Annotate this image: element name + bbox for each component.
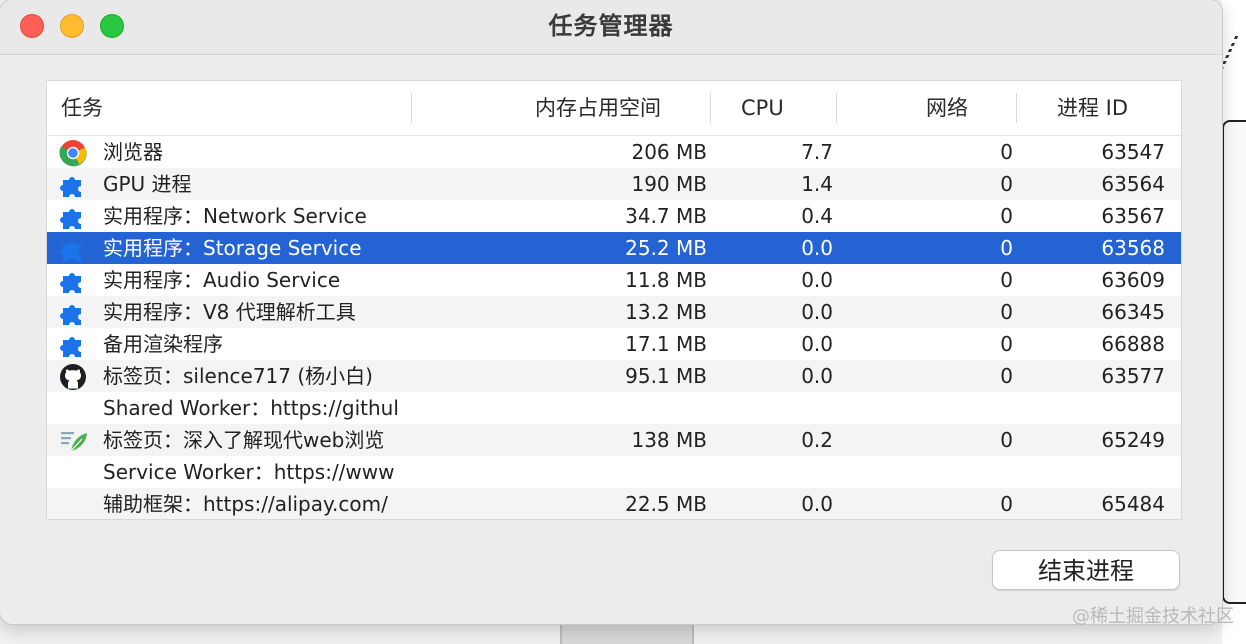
github-icon <box>59 363 87 390</box>
memory-cell: 25.2 MB <box>625 236 707 260</box>
pid-cell: 63568 <box>1101 236 1165 260</box>
pid-cell: 63547 <box>1101 140 1165 164</box>
title-bar[interactable]: 任务管理器 <box>0 0 1222 55</box>
table-row[interactable]: 浏览器 206 MB 7.7 0 63547 <box>47 136 1181 168</box>
network-cell: 0 <box>1000 332 1013 356</box>
task-name-cell: 备用渲染程序 <box>103 332 223 356</box>
task-name-cell: Service Worker：https://www <box>103 460 395 484</box>
column-header-memory[interactable]: 内存占用空间 <box>411 81 661 135</box>
pid-cell <box>1013 392 1165 424</box>
pid-cell: 66888 <box>1101 332 1165 356</box>
cpu-cell: 0.2 <box>801 428 833 452</box>
network-cell <box>833 456 1013 488</box>
puzzle-icon <box>59 299 87 325</box>
table-row[interactable]: 标签页：深入了解现代web浏览 138 MB 0.2 0 65249 <box>47 424 1181 456</box>
memory-cell: 22.5 MB <box>625 492 707 516</box>
column-divider[interactable] <box>1016 93 1017 123</box>
puzzle-icon <box>59 235 87 261</box>
cpu-cell <box>707 392 833 424</box>
cpu-cell: 0.0 <box>801 364 833 388</box>
cpu-cell <box>707 456 833 488</box>
pid-cell: 65484 <box>1101 492 1165 516</box>
memory-cell: 13.2 MB <box>625 300 707 324</box>
memory-cell <box>411 392 707 424</box>
task-name-cell: 标签页：深入了解现代web浏览 <box>103 428 385 452</box>
pid-cell: 66345 <box>1101 300 1165 324</box>
task-name-cell: 实用程序：Network Service <box>103 204 367 228</box>
network-cell: 0 <box>1000 300 1013 324</box>
task-name-cell: 辅助框架：https://alipay.com/ <box>103 492 388 516</box>
puzzle-icon <box>59 171 87 197</box>
table-row[interactable]: 实用程序：V8 代理解析工具 13.2 MB 0.0 0 66345 <box>47 296 1181 328</box>
table-row[interactable]: 辅助框架：https://alipay.com/22.5 MB 0.0 0 65484 <box>47 488 1181 519</box>
column-header-task[interactable]: 任务 <box>61 81 411 135</box>
watermark-text: @稀土掘金技术社区 <box>1072 606 1234 627</box>
table-row-selected[interactable]: 实用程序：Storage Service 25.2 MB 0.0 0 63568 <box>47 232 1181 264</box>
network-cell: 0 <box>1000 140 1013 164</box>
pid-cell: 63567 <box>1101 204 1165 228</box>
memory-cell: 138 MB <box>631 428 707 452</box>
cpu-cell: 0.0 <box>801 492 833 516</box>
puzzle-icon <box>59 331 87 357</box>
background-window-strip <box>560 622 694 644</box>
network-cell: 0 <box>1000 204 1013 228</box>
leaf-document-icon <box>59 427 87 453</box>
task-name-cell: GPU 进程 <box>103 172 192 196</box>
task-name-cell: 实用程序：Audio Service <box>103 268 341 292</box>
table-row[interactable]: Shared Worker：https://githul <box>47 392 1181 424</box>
pid-cell: 65249 <box>1101 428 1165 452</box>
end-process-button[interactable]: 结束进程 <box>992 550 1180 590</box>
network-cell <box>833 392 1013 424</box>
table-row[interactable]: 标签页：silence717 (杨小白) 95.1 MB 0.0 0 63577 <box>47 360 1181 392</box>
memory-cell: 206 MB <box>631 140 707 164</box>
pid-cell: 63609 <box>1101 268 1165 292</box>
column-header-cpu[interactable]: CPU <box>741 81 833 135</box>
cpu-cell: 0.4 <box>801 204 833 228</box>
network-cell: 0 <box>1000 236 1013 260</box>
network-cell: 0 <box>1000 364 1013 388</box>
cpu-cell: 1.4 <box>801 172 833 196</box>
network-cell: 0 <box>1000 492 1013 516</box>
memory-cell: 11.8 MB <box>625 268 707 292</box>
pid-cell: 63577 <box>1101 364 1165 388</box>
memory-cell: 95.1 MB <box>625 364 707 388</box>
cpu-cell: 0.0 <box>801 268 833 292</box>
memory-cell: 17.1 MB <box>625 332 707 356</box>
puzzle-icon <box>59 267 87 293</box>
window-title: 任务管理器 <box>548 12 674 40</box>
network-cell: 0 <box>1000 172 1013 196</box>
column-header-pid[interactable]: 进程 ID <box>1057 81 1177 135</box>
cpu-cell: 7.7 <box>801 140 833 164</box>
table-row[interactable]: Service Worker：https://www <box>47 456 1181 488</box>
cpu-cell: 0.0 <box>801 236 833 260</box>
task-name-cell: 实用程序：Storage Service <box>103 236 362 260</box>
task-name-cell: 实用程序：V8 代理解析工具 <box>103 300 356 324</box>
chrome-icon <box>59 139 87 167</box>
process-table[interactable]: 任务 内存占用空间 CPU 网络 进程 ID 浏览器 206 MB 7.7 0 6354… <box>46 80 1182 520</box>
table-row[interactable]: 备用渲染程序 17.1 MB 0.0 0 66888 <box>47 328 1181 360</box>
table-row[interactable]: 实用程序：Network Service 34.7 MB 0.4 0 63567 <box>47 200 1181 232</box>
task-manager-window: 任务管理器 任务 内存占用空间 CPU 网络 进程 ID 浏览器 206 MB 7.… <box>0 0 1222 624</box>
network-cell: 0 <box>1000 268 1013 292</box>
cpu-cell: 0.0 <box>801 300 833 324</box>
memory-cell <box>411 456 707 488</box>
background-window-frame <box>1222 120 1246 604</box>
task-name-cell: 标签页：silence717 (杨小白) <box>103 364 373 388</box>
network-cell: 0 <box>1000 428 1013 452</box>
column-header-network[interactable]: 网络 <box>836 81 968 135</box>
puzzle-icon <box>59 203 87 229</box>
task-name-cell: Shared Worker：https://githul <box>103 396 399 420</box>
table-row[interactable]: 实用程序：Audio Service 11.8 MB 0.0 0 63609 <box>47 264 1181 296</box>
memory-cell: 190 MB <box>631 172 707 196</box>
memory-cell: 34.7 MB <box>625 204 707 228</box>
cpu-cell: 0.0 <box>801 332 833 356</box>
table-header: 任务 内存占用空间 CPU 网络 进程 ID <box>47 81 1181 136</box>
task-name-cell: 浏览器 <box>103 140 163 164</box>
table-row[interactable]: GPU 进程 190 MB 1.4 0 63564 <box>47 168 1181 200</box>
pid-cell: 63564 <box>1101 172 1165 196</box>
column-divider[interactable] <box>710 93 711 123</box>
pid-cell <box>1013 456 1165 488</box>
